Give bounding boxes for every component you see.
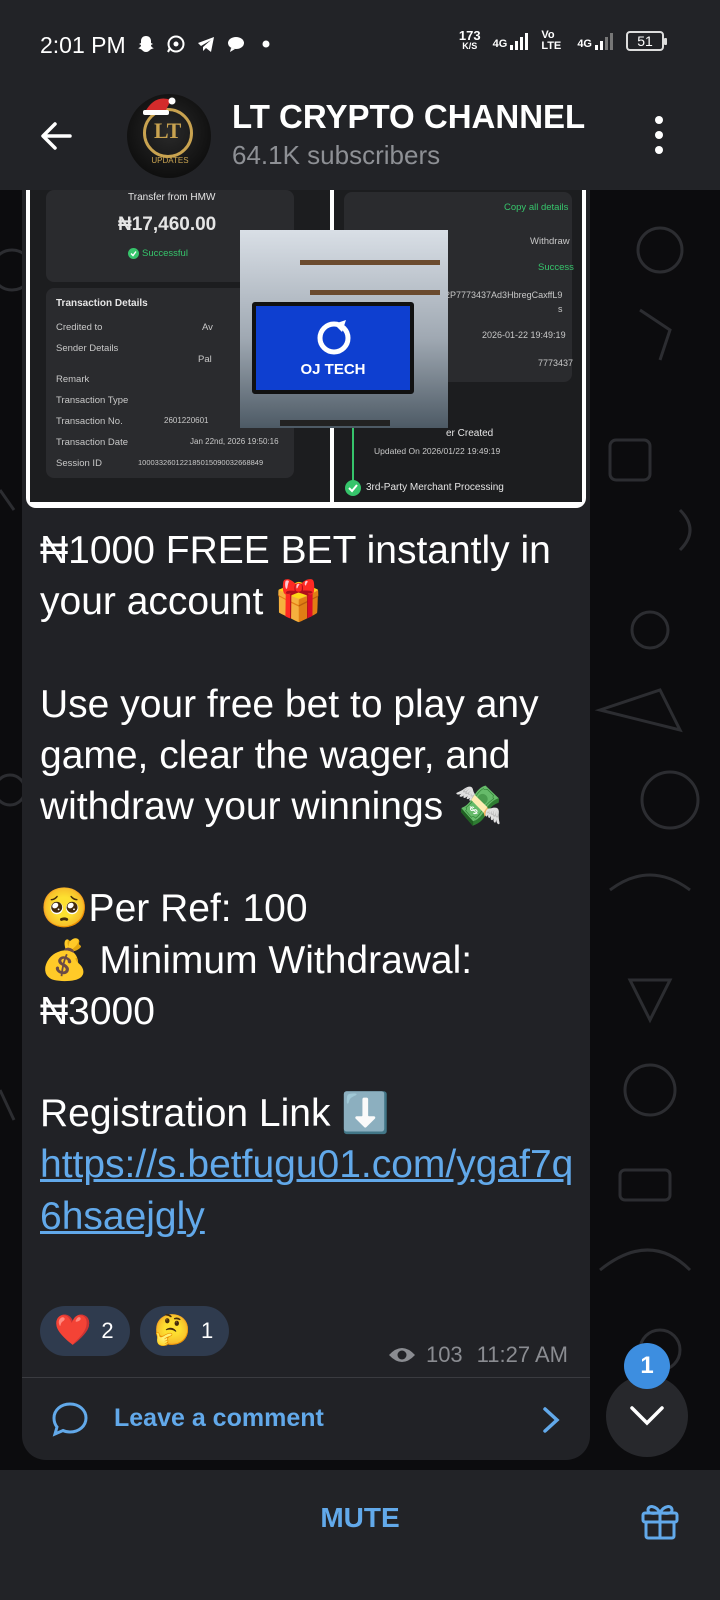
success-check-icon: [345, 480, 361, 496]
gift-icon[interactable]: [638, 1498, 682, 1542]
success-check-icon: [128, 248, 139, 259]
unread-badge: 1: [624, 1343, 670, 1389]
status-time: 2:01 PM: [40, 32, 126, 58]
volte-label: Vo LTE: [541, 29, 562, 52]
message-meta: 103 11:27 AM: [388, 1342, 568, 1368]
detail-value: Av: [202, 322, 213, 333]
telegram-icon: [198, 37, 214, 52]
oj-tech-logo-icon: [317, 320, 351, 355]
withdraw-ref-tail: s: [558, 304, 563, 314]
detail-label: Transaction No.: [56, 416, 123, 427]
message-line-1: ₦1000 FREE BET instantly in your account…: [40, 529, 562, 624]
message-line-2: Use your free bet to play any game, clea…: [40, 682, 550, 829]
message-line-3: 🥺Per Ref: 100: [40, 887, 308, 931]
channel-title[interactable]: LT CRYPTO CHANNEL: [232, 98, 585, 136]
chat-icon: [228, 37, 244, 52]
notification-icons: [136, 34, 276, 54]
withdraw-datetime: 2026-01-22 19:49:19: [482, 330, 566, 340]
signal-bars-icon: [510, 33, 529, 50]
withdraw-id: 7773437: [538, 358, 574, 368]
bottom-bar: MUTE: [0, 1470, 720, 1600]
reaction-count: 1: [200, 1318, 214, 1343]
detail-value: Pal: [198, 354, 212, 365]
reaction-heart[interactable]: ❤️ 2: [40, 1306, 130, 1356]
detail-label: Sender Details: [56, 343, 119, 354]
subscriber-count: 64.1K subscribers: [232, 140, 441, 170]
message-line-4: 💰 Minimum Withdrawal: ₦3000: [40, 938, 483, 1033]
view-count: 103: [425, 1342, 463, 1367]
back-arrow-icon[interactable]: [38, 118, 74, 154]
snapchat-icon: [138, 36, 154, 52]
detail-label: Remark: [56, 374, 90, 385]
oj-tech-overlay-image: OJ TECH: [240, 230, 448, 428]
oj-tech-label: OJ TECH: [300, 361, 366, 378]
detail-value: 2601220601: [164, 416, 209, 425]
timeline-step-1-sub: Updated On 2026/01/22 19:49:19: [374, 446, 501, 456]
timeline-step-2: 3rd-Party Merchant Processing: [366, 482, 504, 493]
monitor: OJ TECH: [252, 302, 414, 394]
timeline-step-1: er Created: [446, 428, 494, 439]
message-time: 11:27 AM: [476, 1342, 568, 1367]
mute-button[interactable]: MUTE: [0, 1502, 720, 1534]
leave-comment-label: Leave a comment: [114, 1404, 324, 1432]
detail-label: Credited to: [56, 322, 103, 333]
shelf: [310, 290, 440, 295]
more-options-icon[interactable]: [654, 116, 664, 154]
chat-header: LT UPDATES LT CRYPTO CHANNEL 64.1K subsc…: [0, 86, 720, 190]
comment-bubble-icon: [52, 1402, 88, 1437]
reactions-row: ❤️ 2 🤔 1: [40, 1306, 230, 1356]
signal-1: 4G: [493, 32, 530, 50]
withdraw-status: Success: [538, 262, 574, 273]
chevron-down-icon: [630, 1406, 664, 1426]
keyboard: [280, 420, 390, 426]
detail-value: Jan 22nd, 2026 19:50:16: [190, 437, 279, 446]
reaction-count: 2: [101, 1318, 114, 1343]
detail-label: Transaction Date: [56, 437, 128, 448]
message-photo[interactable]: Transfer from HMW ₦17,460.00 Successful …: [26, 190, 586, 508]
detail-label: Transaction Type: [56, 395, 129, 406]
withdraw-ref: 02P7773437Ad3HbregCaxffL9: [440, 290, 563, 300]
santa-hat-icon: [143, 97, 176, 115]
registration-link[interactable]: https://s.betfugu01.com/ygaf7q6hsaejgly: [40, 1143, 573, 1237]
signal-bars-icon: [595, 33, 613, 50]
transfer-status: Successful: [142, 248, 188, 259]
copy-details-link: Copy all details: [504, 202, 569, 213]
status-right: 173 K/S 4G Vo LTE 4G 51: [458, 28, 667, 52]
detail-label: Session ID: [56, 458, 102, 469]
battery-indicator: 51: [626, 31, 667, 51]
eye-icon: [388, 1348, 415, 1362]
details-title: Transaction Details: [56, 298, 148, 309]
shelf: [300, 260, 440, 265]
thinking-face-icon: 🤔: [153, 1314, 191, 1347]
withdraw-type: Withdraw: [530, 236, 570, 247]
leave-comment-button[interactable]: Leave a comment: [22, 1378, 590, 1460]
network-2-label: 4G: [577, 38, 592, 50]
avatar-logo-text: LT: [154, 118, 182, 143]
status-bar: 2:01 PM 173 K/S 4G Vo LTE 4G 51: [0, 0, 720, 86]
network-1-label: 4G: [492, 38, 508, 50]
heart-icon: ❤️: [54, 1314, 92, 1347]
dot-icon: [262, 40, 270, 48]
avatar-caption: UPDATES: [151, 156, 189, 165]
channel-avatar[interactable]: LT UPDATES: [127, 94, 211, 178]
net-speed-value: 173: [458, 28, 481, 43]
signal-2: 4G: [577, 32, 614, 50]
message-text: ₦1000 FREE BET instantly in your account…: [40, 525, 580, 1242]
reaction-thinking[interactable]: 🤔 1: [139, 1306, 230, 1356]
timeline-line: [352, 426, 354, 486]
transfer-amount: ₦17,460.00: [118, 214, 217, 235]
detail-value: 100033260122185015090032668849: [138, 458, 264, 467]
net-speed: 173 K/S: [458, 28, 481, 52]
chevron-right-icon: [543, 1407, 560, 1433]
whatsapp-icon: [167, 35, 185, 53]
message-line-5: Registration Link ⬇️: [40, 1092, 390, 1136]
transfer-heading: Transfer from HMW: [128, 192, 216, 203]
